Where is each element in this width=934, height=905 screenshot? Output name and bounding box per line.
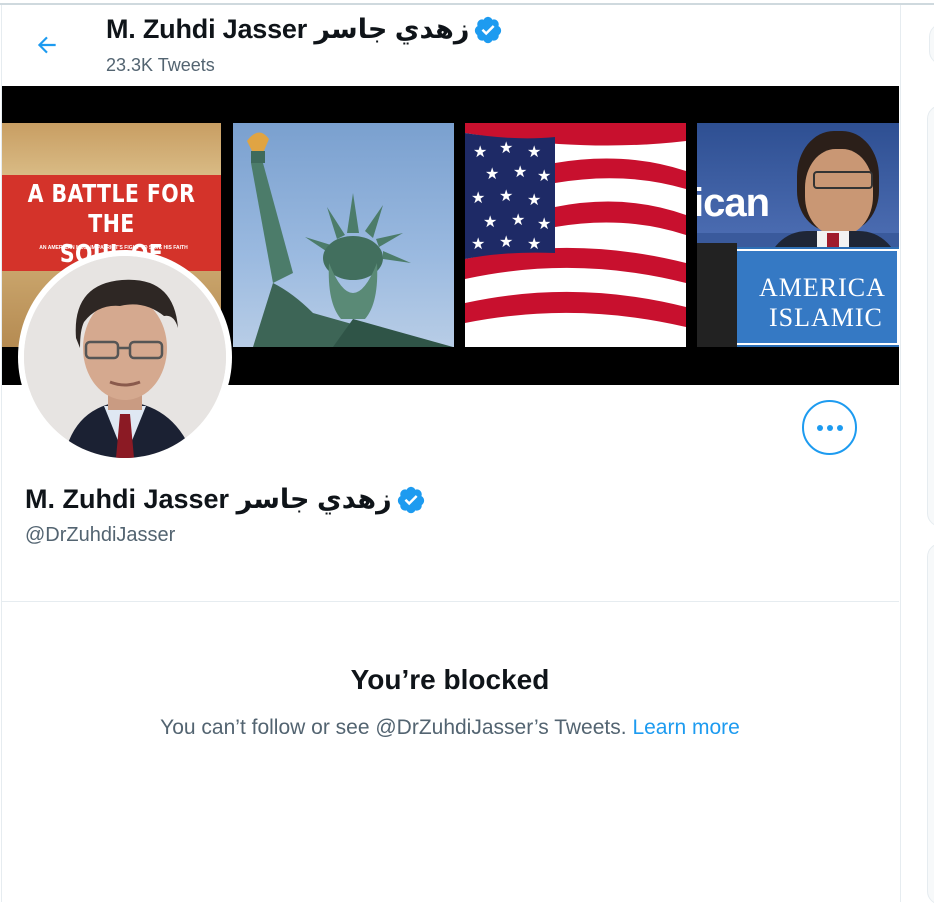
learn-more-link[interactable]: Learn more — [632, 716, 739, 739]
svg-text:★: ★ — [537, 166, 551, 185]
header-name-text: M. Zuhdi Jasser زهدي جاسر — [106, 14, 470, 44]
blocked-message: You can’t follow or see @DrZuhdiJasser’s… — [0, 716, 900, 740]
header-display-name: M. Zuhdi Jasser زهدي جاسر — [106, 14, 503, 45]
avatar-photo — [24, 256, 226, 458]
profile-handle: @DrZuhdiJasser — [25, 524, 176, 546]
profile-display-name: M. Zuhdi Jasser زهدي جاسر — [25, 484, 426, 515]
sidebar-card-fragment — [927, 105, 934, 527]
svg-text:★: ★ — [471, 188, 485, 207]
avatar[interactable] — [18, 250, 232, 464]
sign-line2: ISLAMIC — [769, 303, 883, 332]
svg-text:★: ★ — [499, 232, 513, 251]
banner-speaker-podium: ican AMERICA ISLAMIC — [697, 123, 899, 347]
svg-text:★: ★ — [499, 186, 513, 205]
sign-line1: AMERICA — [759, 273, 886, 302]
blocked-message-text: You can’t follow or see @DrZuhdiJasser’s… — [160, 716, 627, 739]
svg-text:★: ★ — [511, 210, 525, 229]
tweet-count: 23.3K Tweets — [106, 55, 215, 75]
profile-name-text: M. Zuhdi Jasser زهدي جاسر — [25, 484, 392, 514]
verified-badge-icon — [397, 486, 424, 513]
backdrop-text: ican — [697, 181, 770, 225]
more-options-button[interactable] — [802, 400, 857, 455]
back-arrow-icon — [37, 36, 56, 54]
sidebar-search-fragment — [929, 23, 934, 65]
svg-text:★: ★ — [527, 142, 541, 161]
back-button[interactable] — [24, 22, 70, 68]
more-options-icon — [816, 424, 843, 431]
svg-text:★: ★ — [527, 190, 541, 209]
svg-text:★: ★ — [527, 234, 541, 253]
blocked-title: You’re blocked — [350, 664, 550, 695]
divider — [2, 601, 899, 602]
banner-american-flag: ★ ★ ★ ★ ★ ★ ★ ★ ★ ★ ★ ★ ★ ★ ★ — [465, 123, 686, 347]
svg-text:★: ★ — [499, 138, 513, 157]
sidebar-card-fragment-2 — [927, 543, 934, 905]
banner-statue-of-liberty — [233, 123, 454, 347]
svg-text:★: ★ — [537, 214, 551, 233]
verified-badge-icon — [475, 16, 502, 43]
svg-text:★: ★ — [483, 212, 497, 231]
svg-text:★: ★ — [473, 142, 487, 161]
sidebar-column-edge — [901, 5, 934, 905]
svg-text:★: ★ — [471, 234, 485, 253]
svg-text:★: ★ — [485, 164, 499, 183]
book-title-line1: A BATTLE FOR THE — [27, 179, 196, 238]
svg-text:★: ★ — [513, 162, 527, 181]
